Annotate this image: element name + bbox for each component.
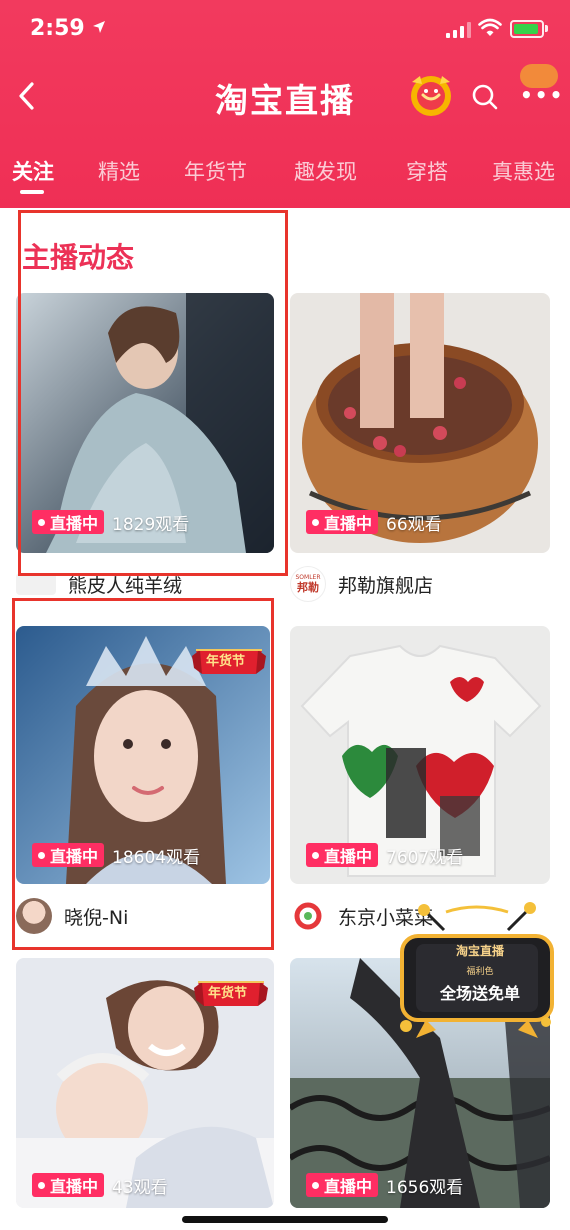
gift-badge-button[interactable] xyxy=(406,72,456,118)
search-icon[interactable] xyxy=(470,82,500,112)
wifi-icon xyxy=(478,18,502,36)
live-badge: 直播中 xyxy=(32,510,105,534)
live-card-5[interactable]: 年货节 直播中 43观看 xyxy=(16,958,274,1208)
anchor-avatar xyxy=(290,898,326,934)
live-badge-label: 直播中 xyxy=(50,847,99,866)
tab-following[interactable]: 关注 xyxy=(12,156,54,186)
festival-badge-label: 年货节 xyxy=(208,986,248,1001)
viewer-count: 18604观看 xyxy=(112,847,201,868)
anchor-row-3[interactable]: 晓倪-Ni xyxy=(16,896,270,936)
live-badge-label: 直播中 xyxy=(50,1177,99,1196)
active-tab-indicator xyxy=(20,190,44,194)
live-badge-label: 直播中 xyxy=(324,1177,373,1196)
festival-badge-label: 年货节 xyxy=(206,654,246,669)
tab-featured[interactable]: 精选 xyxy=(98,156,140,186)
anchor-name: 晓倪-Ni xyxy=(64,906,129,929)
tab-true-deals[interactable]: 真惠选 xyxy=(492,156,555,186)
tab-fun-discovery[interactable]: 趣发现 xyxy=(294,156,357,186)
live-badge: 直播中 xyxy=(306,510,379,534)
anchor-name: 熊皮人纯羊绒 xyxy=(68,574,183,597)
live-status-tag: 直播中 7607观看 xyxy=(306,842,463,868)
viewer-count: 66观看 xyxy=(386,514,442,535)
promo-sub-text: 福利色 xyxy=(466,967,494,977)
battery-icon xyxy=(510,20,544,38)
anchor-row-1[interactable]: 熊皮人纯羊绒 xyxy=(16,564,274,604)
category-tabs: 关注 精选 年货节 趣发现 穿搭 真惠选 xyxy=(0,148,570,198)
live-card-2[interactable]: 直播中 66观看 xyxy=(290,293,550,553)
live-dot-icon xyxy=(38,851,45,859)
taobao-live-page: 2:59 淘宝直播 ••• 关注 精选 年货节 趣发现 穿搭 真惠选 主播动态 … xyxy=(0,0,570,1230)
battery-level xyxy=(514,24,538,34)
more-menu-button[interactable]: ••• xyxy=(520,85,562,105)
anchor-logo-icon xyxy=(294,902,322,930)
anchor-row-2[interactable]: SOMLER 邦勒 邦勒旗舰店 xyxy=(290,564,550,604)
live-badge-label: 直播中 xyxy=(50,514,99,533)
live-status-tag: 直播中 66观看 xyxy=(306,509,442,535)
viewer-count: 43观看 xyxy=(112,1177,168,1198)
status-time: 2:59 xyxy=(30,16,85,41)
live-dot-icon xyxy=(312,518,319,526)
tab-new-year-festival[interactable]: 年货节 xyxy=(184,156,247,186)
live-dot-icon xyxy=(312,851,319,859)
app-header: 2:59 淘宝直播 ••• 关注 精选 年货节 趣发现 穿搭 真惠选 xyxy=(0,0,570,208)
anchor-avatar xyxy=(16,898,52,934)
anchor-avatar: SOMLER 邦勒 xyxy=(290,566,326,602)
live-badge: 直播中 xyxy=(32,1173,105,1197)
viewer-count: 1829观看 xyxy=(112,514,190,535)
live-badge-label: 直播中 xyxy=(324,514,373,533)
free-order-promo-button[interactable]: 淘宝直播 福利色 全场送免单 xyxy=(396,896,558,1046)
back-button[interactable] xyxy=(12,78,44,114)
status-bar: 2:59 xyxy=(0,0,570,58)
anchor-avatar xyxy=(16,573,56,595)
promo-label: 全场送免单 xyxy=(439,984,520,1003)
live-status-tag: 直播中 18604观看 xyxy=(32,842,200,868)
live-card-3[interactable]: 年货节 直播中 18604观看 xyxy=(16,626,270,884)
live-badge: 直播中 xyxy=(306,1173,379,1197)
live-dot-icon xyxy=(312,1181,319,1189)
battery-tip xyxy=(545,25,548,32)
anchor-name: 邦勒旗舰店 xyxy=(338,574,434,597)
home-indicator xyxy=(182,1216,388,1223)
section-title: 主播动态 xyxy=(22,241,135,274)
live-status-tag: 直播中 43观看 xyxy=(32,1172,168,1198)
live-badge-label: 直播中 xyxy=(324,847,373,866)
anchor-logo-text: 邦勒 xyxy=(297,581,319,594)
app-title: 淘宝直播 xyxy=(215,81,355,120)
viewer-count: 1656观看 xyxy=(386,1177,464,1198)
live-card-1[interactable]: 直播中 1829观看 xyxy=(16,293,274,553)
cellular-signal-icon xyxy=(446,22,471,38)
live-badge: 直播中 xyxy=(306,843,379,867)
live-card-4[interactable]: 直播中 7607观看 xyxy=(290,626,550,884)
live-badge: 直播中 xyxy=(32,843,105,867)
promo-logo-text: 淘宝直播 xyxy=(455,944,504,958)
viewer-count: 7607观看 xyxy=(386,847,464,868)
live-status-tag: 直播中 1829观看 xyxy=(32,509,189,535)
location-arrow-icon xyxy=(93,21,105,33)
live-dot-icon xyxy=(38,518,45,526)
tab-outfit[interactable]: 穿搭 xyxy=(406,156,448,186)
live-dot-icon xyxy=(38,1181,45,1189)
live-status-tag: 直播中 1656观看 xyxy=(306,1172,463,1198)
